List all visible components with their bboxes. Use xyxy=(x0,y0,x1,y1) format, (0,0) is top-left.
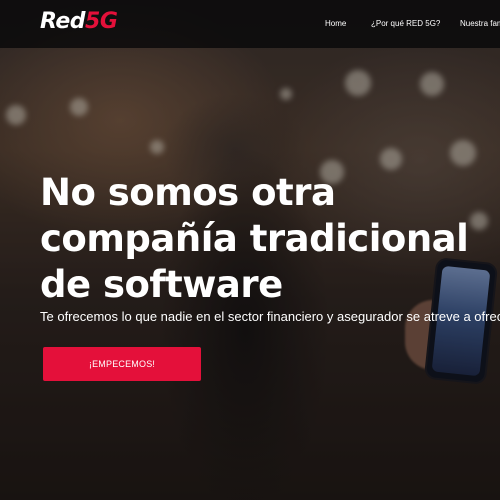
hero-headline-line: de software xyxy=(40,263,283,306)
logo[interactable]: Red5G xyxy=(40,9,118,34)
start-button[interactable]: ¡EMPECEMOS! xyxy=(43,347,201,381)
hero-headline: No somos otra compañía tradicional de so… xyxy=(40,170,490,308)
hero-subtitle: Te ofrecemos lo que nadie en el sector f… xyxy=(40,309,500,324)
hero-headline-line: compañía tradicional xyxy=(40,217,469,260)
logo-text: Red xyxy=(40,9,86,34)
top-navbar: Red5G Home ¿Por qué RED 5G? Nuestra fam xyxy=(0,0,500,48)
nav-link-home[interactable]: Home xyxy=(325,19,346,28)
nav-link-why-red5g[interactable]: ¿Por qué RED 5G? xyxy=(371,19,440,28)
hero-headline-line: No somos otra xyxy=(40,171,336,214)
nav-link-nuestra-familia[interactable]: Nuestra fam xyxy=(460,19,500,28)
logo-accent-text: 5G xyxy=(85,9,118,34)
